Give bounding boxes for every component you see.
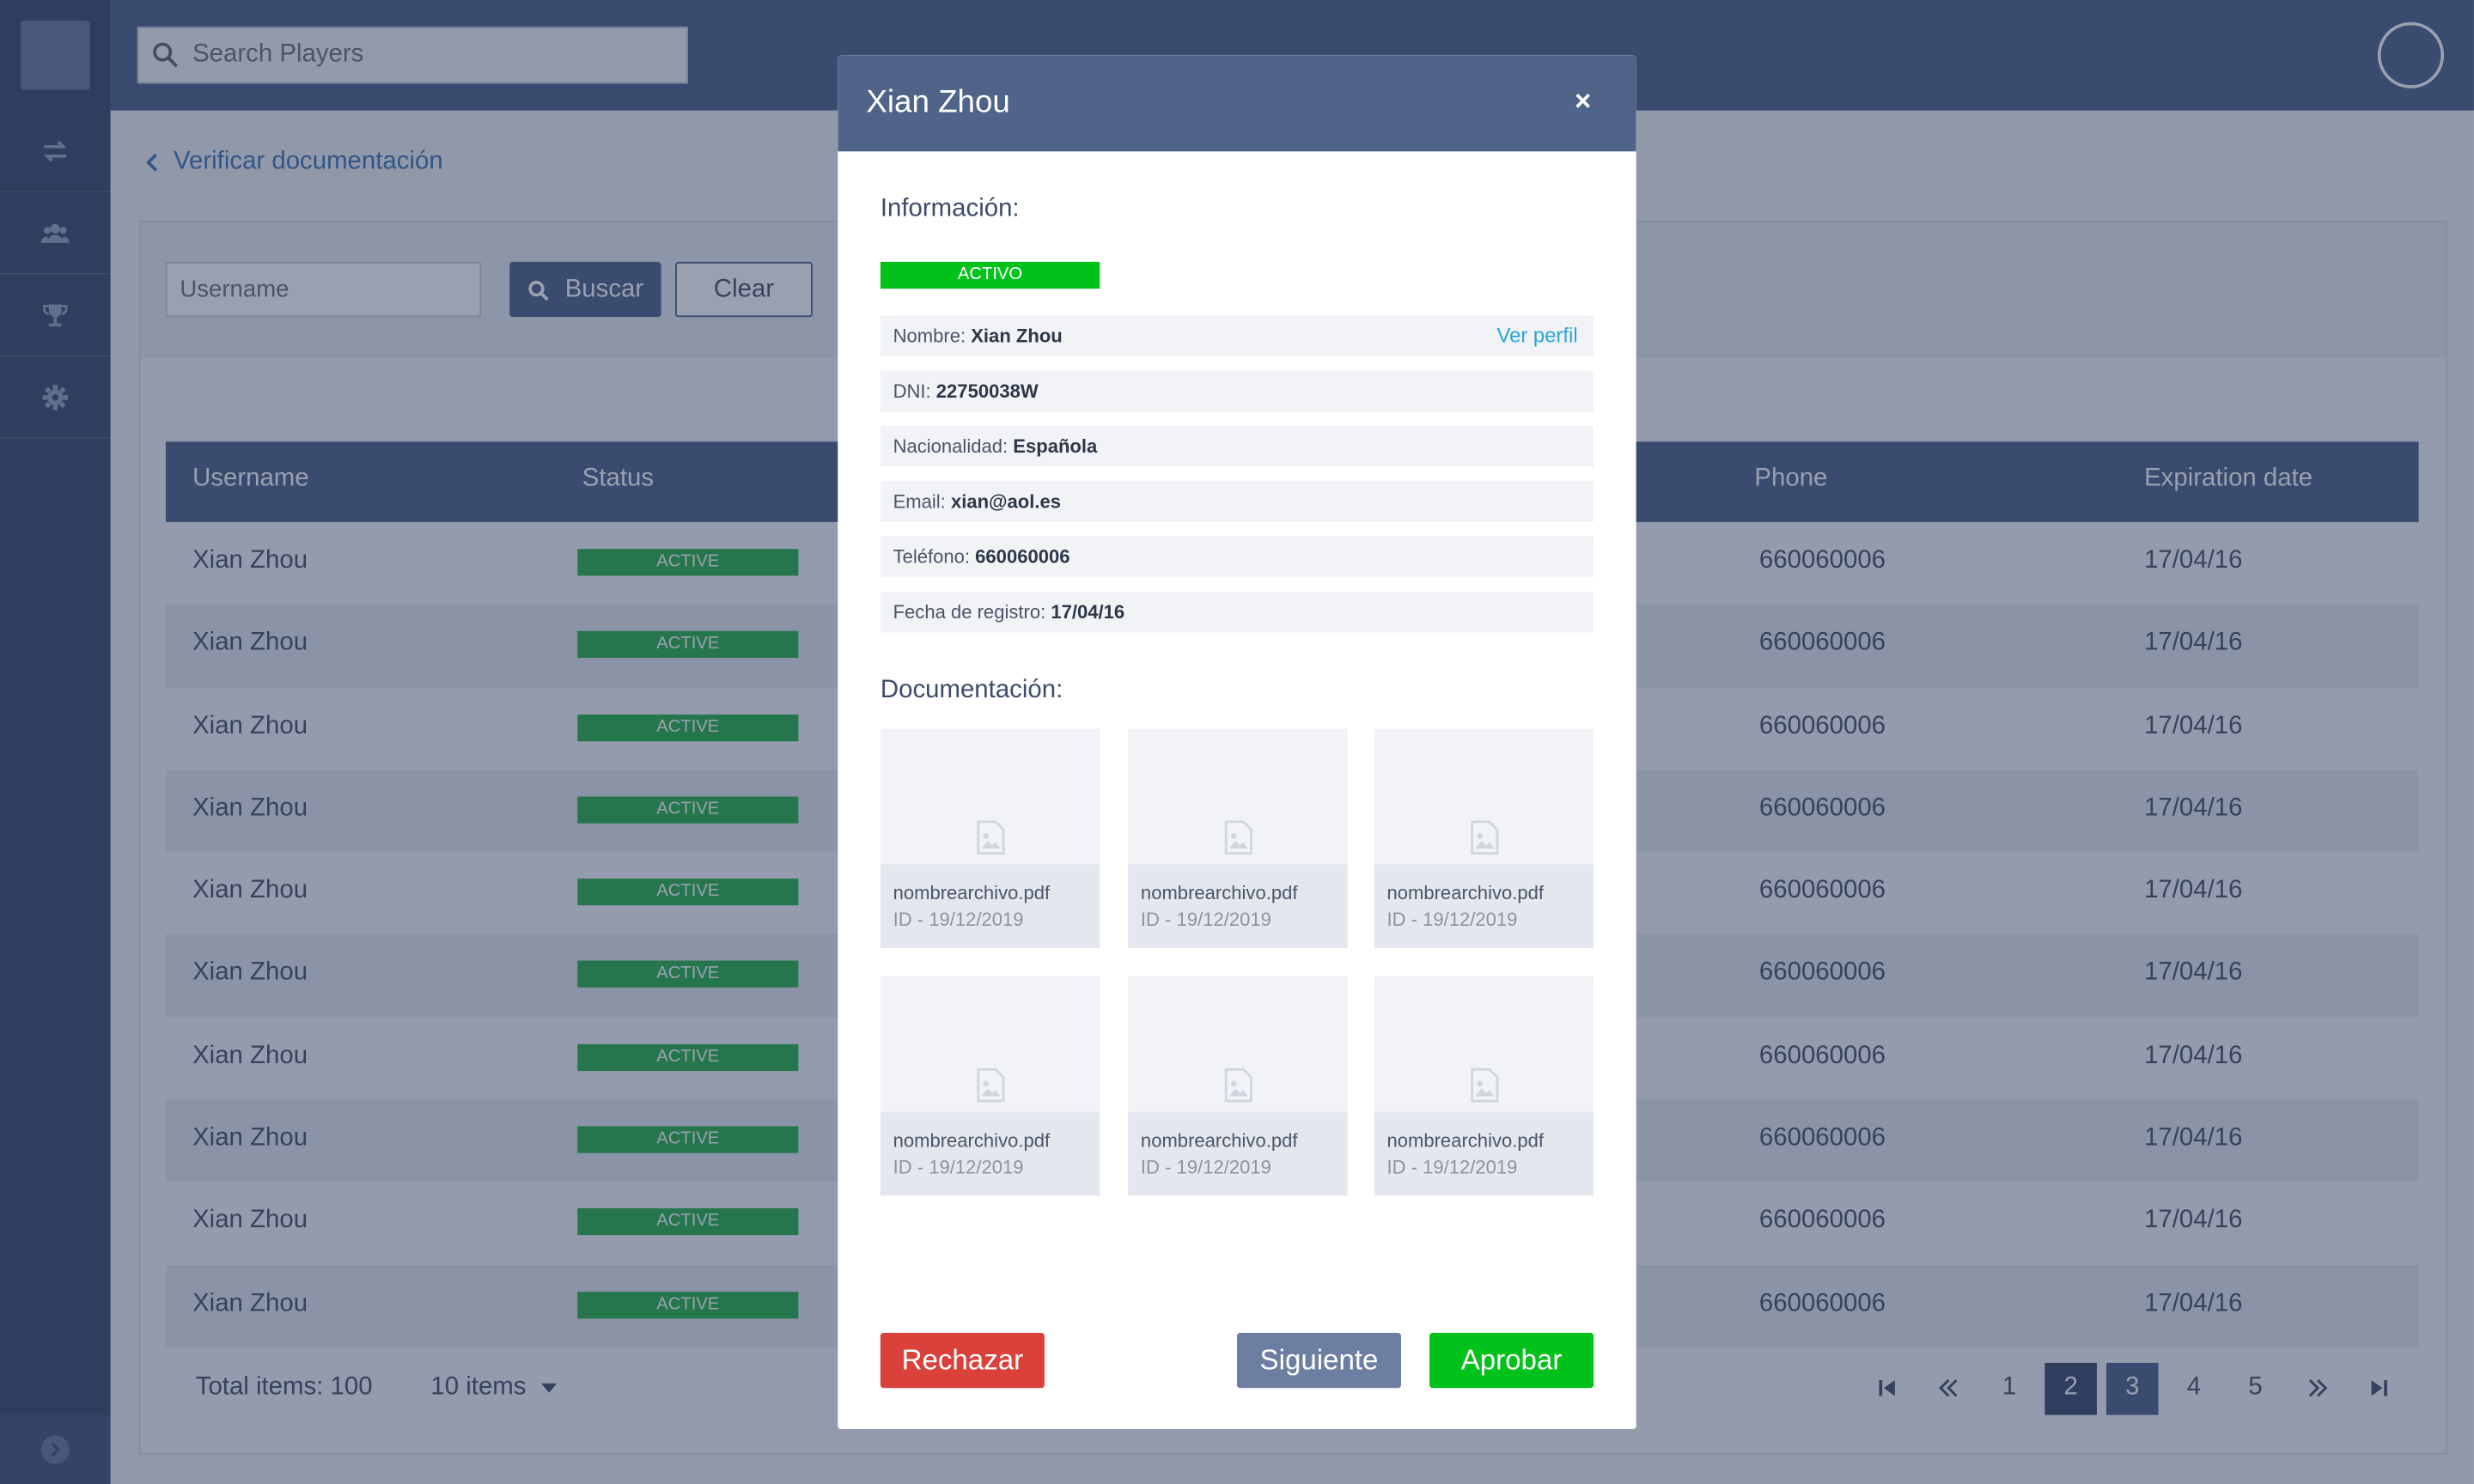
- info-value: Española: [1013, 435, 1098, 458]
- document-thumbnail: [881, 729, 1100, 865]
- document-date: ID - 19/12/2019: [1386, 908, 1518, 931]
- document-card[interactable]: nombrearchivo.pdf ID - 19/12/2019: [880, 728, 1100, 948]
- document-date: ID - 19/12/2019: [1140, 1156, 1271, 1179]
- document-meta: nombrearchivo.pdf ID - 19/12/2019: [1128, 864, 1348, 948]
- info-label: Email:: [893, 490, 946, 513]
- info-value: xian@aol.es: [950, 490, 1062, 513]
- document-meta: nombrearchivo.pdf ID - 19/12/2019: [1128, 1111, 1348, 1196]
- image-icon: [1223, 820, 1252, 855]
- modal-title: Xian Zhou: [866, 85, 1010, 120]
- info-label: Nacionalidad:: [893, 435, 1008, 458]
- info-row-nacionalidad: Nacionalidad: Española: [880, 425, 1594, 467]
- info-label: Teléfono:: [893, 545, 971, 569]
- document-thumbnail: [881, 976, 1100, 1112]
- document-filename: nombrearchivo.pdf: [893, 881, 1051, 904]
- reject-button[interactable]: Rechazar: [880, 1333, 1045, 1389]
- document-thumbnail: [1128, 976, 1347, 1112]
- document-meta: nombrearchivo.pdf ID - 19/12/2019: [880, 864, 1100, 948]
- document-thumbnail: [1374, 976, 1593, 1112]
- document-meta: nombrearchivo.pdf ID - 19/12/2019: [1374, 864, 1594, 948]
- document-card[interactable]: nombrearchivo.pdf ID - 19/12/2019: [1128, 976, 1348, 1196]
- player-verification-modal: Xian Zhou × Información: ACTIVO Nombre: …: [838, 55, 1636, 1430]
- info-label: Nombre:: [893, 325, 966, 348]
- image-icon: [976, 820, 1004, 855]
- document-thumbnail: [1374, 729, 1593, 865]
- modal-header: Xian Zhou ×: [838, 55, 1636, 152]
- document-meta: nombrearchivo.pdf ID - 19/12/2019: [880, 1111, 1100, 1196]
- app-root: Verificar documentación Buscar Clear Use…: [0, 0, 2474, 1484]
- document-card[interactable]: nombrearchivo.pdf ID - 19/12/2019: [1128, 728, 1348, 948]
- image-icon: [1470, 820, 1498, 855]
- info-row-fecha-registro: Fecha de registro: 17/04/16: [880, 591, 1594, 633]
- document-date: ID - 19/12/2019: [893, 1156, 1024, 1179]
- info-row-dni: DNI: 22750038W: [880, 370, 1594, 412]
- document-card[interactable]: nombrearchivo.pdf ID - 19/12/2019: [1374, 728, 1594, 948]
- image-icon: [1223, 1067, 1252, 1103]
- document-filename: nombrearchivo.pdf: [1140, 881, 1298, 904]
- status-badge: ACTIVO: [880, 261, 1100, 289]
- document-filename: nombrearchivo.pdf: [893, 1129, 1051, 1152]
- image-icon: [976, 1067, 1004, 1103]
- info-label: DNI:: [893, 380, 931, 403]
- document-filename: nombrearchivo.pdf: [1140, 1129, 1298, 1152]
- info-row-telefono: Teléfono: 660060006: [880, 536, 1594, 578]
- info-section-title: Información:: [880, 195, 1020, 222]
- document-date: ID - 19/12/2019: [893, 908, 1024, 931]
- info-row-nombre: Nombre: Xian Zhou Ver perfil: [880, 315, 1594, 357]
- image-icon: [1470, 1067, 1498, 1103]
- info-value: 660060006: [975, 545, 1070, 569]
- document-card[interactable]: nombrearchivo.pdf ID - 19/12/2019: [1374, 976, 1594, 1196]
- approve-button[interactable]: Aprobar: [1429, 1333, 1594, 1389]
- next-button[interactable]: Siguiente: [1236, 1333, 1401, 1389]
- document-date: ID - 19/12/2019: [1140, 908, 1271, 931]
- info-value: 22750038W: [935, 380, 1039, 403]
- info-label: Fecha de registro:: [893, 600, 1046, 623]
- document-meta: nombrearchivo.pdf ID - 19/12/2019: [1374, 1111, 1594, 1196]
- info-row-email: Email: xian@aol.es: [880, 481, 1594, 522]
- document-thumbnail: [1128, 729, 1347, 865]
- document-filename: nombrearchivo.pdf: [1386, 881, 1545, 904]
- close-icon[interactable]: ×: [1575, 85, 1591, 119]
- info-value: 17/04/16: [1051, 600, 1125, 623]
- ver-perfil-link[interactable]: Ver perfil: [1496, 315, 1577, 356]
- docs-section-title: Documentación:: [880, 676, 1063, 704]
- document-card[interactable]: nombrearchivo.pdf ID - 19/12/2019: [880, 976, 1100, 1196]
- document-date: ID - 19/12/2019: [1386, 1156, 1518, 1179]
- document-filename: nombrearchivo.pdf: [1386, 1129, 1545, 1152]
- info-value: Xian Zhou: [971, 325, 1063, 348]
